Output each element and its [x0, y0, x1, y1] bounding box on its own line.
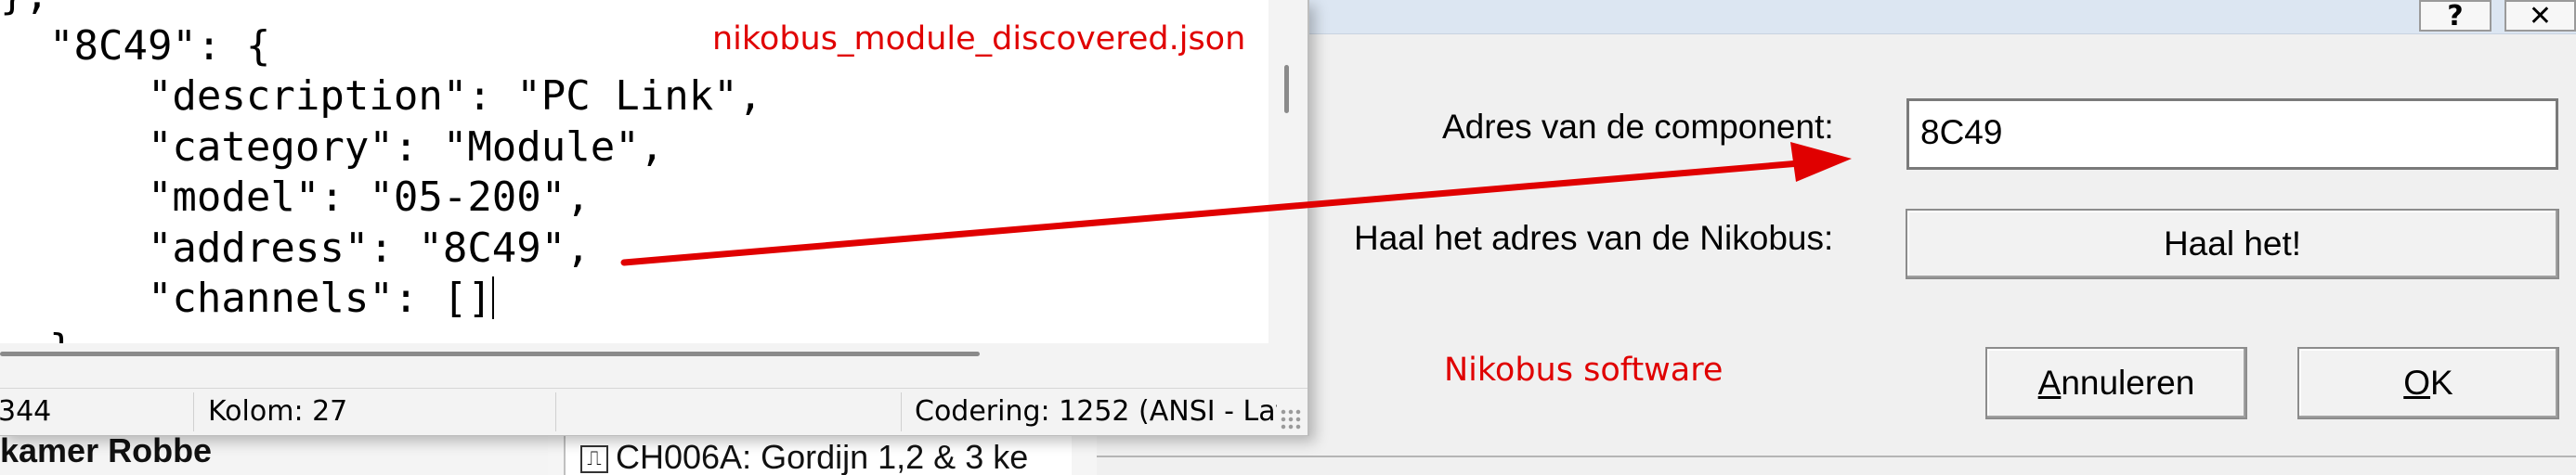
- nikobus-software-caption: Nikobus software: [1444, 352, 1724, 389]
- tree-item-channel-label: CH006A: Gordijn 1,2 & 3 ke: [616, 438, 1029, 475]
- ok-label: K: [2430, 364, 2453, 402]
- json-code: }, "8C49": { "description": "PC Link", "…: [0, 0, 762, 343]
- json-file-caption: nikobus_module_discovered.json: [712, 20, 1246, 58]
- channel-icon: ⎍: [580, 445, 608, 474]
- horizontal-scrollbar[interactable]: [0, 343, 1268, 366]
- status-encoding: Codering: 1252 (ANSI - Lat: [915, 395, 1277, 428]
- cancel-mnemonic: A: [2037, 364, 2062, 402]
- status-separator: [555, 392, 556, 431]
- help-button[interactable]: ?: [2419, 0, 2491, 32]
- close-button[interactable]: ✕: [2504, 0, 2576, 32]
- dialog-divider: [1097, 456, 2576, 457]
- tree-item-channel[interactable]: ⎍ CH006A: Gordijn 1,2 & 3 ke: [564, 434, 1072, 475]
- address-input[interactable]: 8C49: [1906, 98, 2558, 170]
- vertical-scroll-thumb[interactable]: [1284, 65, 1289, 113]
- cancel-label: nnuleren: [2061, 364, 2195, 402]
- ok-mnemonic: O: [2403, 364, 2431, 402]
- address-label: Adres van de component:: [1442, 108, 1834, 146]
- code-line: "category": "Module",: [0, 122, 665, 171]
- status-line-number: 344: [0, 395, 52, 428]
- ok-button[interactable]: OK: [2297, 347, 2559, 419]
- code-line: "model": "05-200",: [0, 173, 591, 221]
- code-line: "description": "PC Link",: [0, 72, 763, 120]
- code-line: "address": "8C49",: [0, 224, 591, 272]
- text-caret: [491, 276, 494, 319]
- code-line: }: [0, 326, 74, 344]
- notepad-window: }, "8C49": { "description": "PC Link", "…: [0, 0, 1309, 436]
- status-column: Kolom: 27: [208, 395, 348, 428]
- fetch-address-button[interactable]: Haal het!: [1906, 209, 2559, 279]
- cancel-button[interactable]: Annuleren: [1985, 347, 2247, 419]
- status-separator: [901, 392, 902, 431]
- code-line: },: [0, 0, 49, 19]
- status-bar: 344 Kolom: 27 Codering: 1252 (ANSI - Lat: [0, 388, 1308, 435]
- status-separator: [193, 392, 194, 431]
- fetch-address-label: Haal het adres van de Nikobus:: [1354, 219, 1834, 257]
- code-line: "8C49": {: [0, 21, 271, 70]
- horizontal-scroll-thumb[interactable]: [0, 352, 980, 356]
- vertical-scrollbar[interactable]: [1268, 0, 1308, 343]
- resize-grip[interactable]: [1280, 408, 1302, 430]
- code-line: "channels": []: [0, 275, 492, 322]
